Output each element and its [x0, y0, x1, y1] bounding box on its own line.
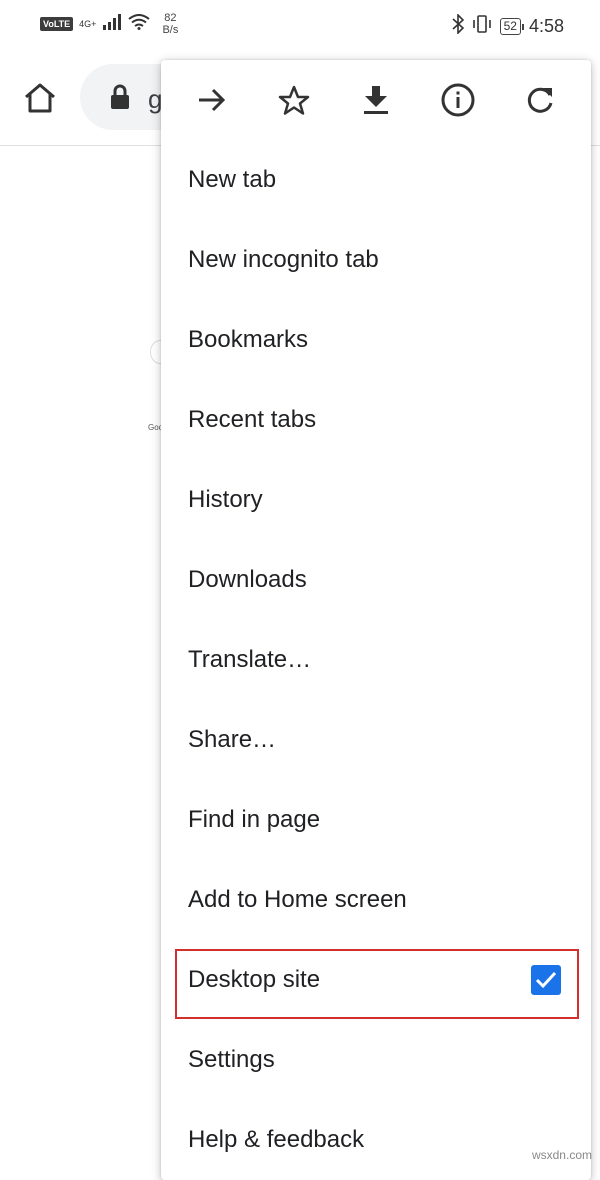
speed-unit: B/s — [162, 24, 179, 36]
home-icon — [25, 83, 55, 113]
menu-item-new-incognito-tab[interactable]: New incognito tab — [161, 220, 591, 300]
menu-item-add-to-home-screen[interactable]: Add to Home screen — [161, 860, 591, 940]
network-speed: 82 B/s — [162, 12, 178, 36]
download-icon — [364, 86, 388, 114]
bookmark-button[interactable] — [272, 78, 316, 122]
status-bar: VoLTE 4G+ 82 B/s 52 4:58 — [0, 0, 600, 50]
menu-item-desktop-site[interactable]: Desktop site — [161, 940, 591, 1020]
network-type: 4G+ — [79, 19, 97, 29]
signal-icon — [102, 13, 122, 35]
home-button[interactable] — [20, 78, 60, 118]
refresh-icon — [527, 87, 553, 113]
vibrate-icon — [472, 14, 492, 39]
lock-icon — [110, 84, 130, 115]
menu-item-share[interactable]: Share… — [161, 700, 591, 780]
bookmark-star-icon — [278, 85, 310, 115]
desktop-site-label: Desktop site — [188, 966, 321, 993]
overflow-menu: New tab New incognito tab Bookmarks Rece… — [161, 60, 591, 1180]
refresh-button[interactable] — [518, 78, 562, 122]
menu-item-recent-tabs[interactable]: Recent tabs — [161, 380, 591, 460]
menu-item-find-in-page[interactable]: Find in page — [161, 780, 591, 860]
info-icon — [441, 83, 475, 117]
speed-value: 82 — [164, 12, 177, 24]
menu-item-settings[interactable]: Settings — [161, 1020, 591, 1100]
status-left: VoLTE 4G+ 82 B/s — [40, 12, 178, 36]
menu-item-history[interactable]: History — [161, 460, 591, 540]
forward-button[interactable] — [190, 78, 234, 122]
download-page-button[interactable] — [354, 78, 398, 122]
forward-icon — [199, 88, 226, 112]
watermark: wsxdn.com — [531, 1148, 592, 1162]
menu-item-new-tab[interactable]: New tab — [161, 140, 591, 220]
volte-badge: VoLTE — [40, 17, 74, 31]
menu-item-translate[interactable]: Translate… — [161, 620, 591, 700]
wifi-icon — [128, 13, 151, 35]
menu-item-help-feedback[interactable]: Help & feedback — [161, 1100, 591, 1180]
menu-icon-row — [161, 60, 591, 140]
checkmark-icon — [535, 971, 557, 989]
battery-indicator: 52 — [499, 18, 525, 35]
clock: 4:58 — [528, 16, 564, 36]
menu-item-bookmarks[interactable]: Bookmarks — [161, 300, 591, 380]
status-right: 52 4:58 — [452, 13, 564, 39]
bluetooth-icon — [452, 13, 464, 39]
page-info-button[interactable] — [436, 78, 480, 122]
menu-item-downloads[interactable]: Downloads — [161, 540, 591, 620]
desktop-site-checkbox[interactable] — [531, 965, 561, 995]
